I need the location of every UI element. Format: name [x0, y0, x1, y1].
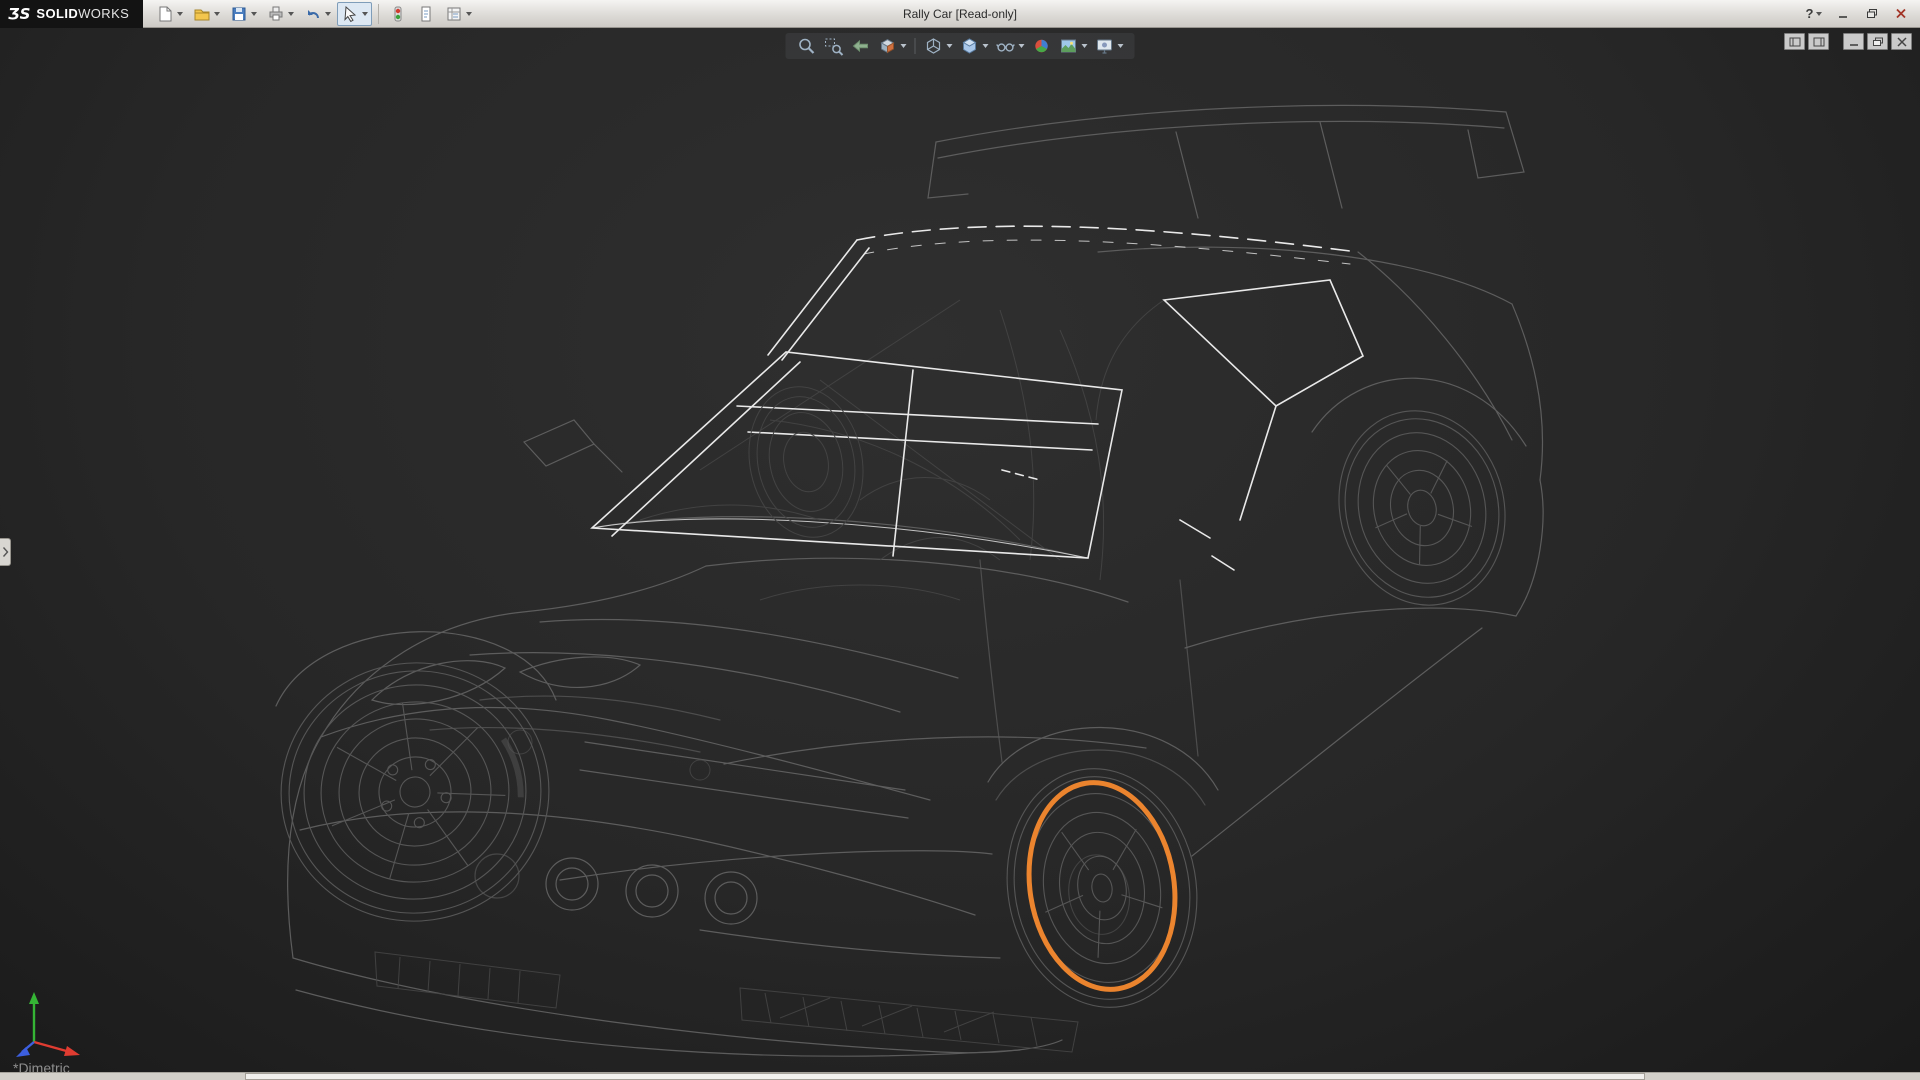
view-settings-button[interactable]: [1093, 35, 1126, 57]
3ds-logo-icon: ƷS: [8, 5, 30, 23]
dropdown-arrow-icon[interactable]: [1019, 44, 1025, 48]
view-orientation-button[interactable]: [922, 35, 955, 57]
close-icon: [1896, 37, 1908, 47]
previous-view-button[interactable]: [849, 35, 873, 57]
options-sheet-icon: [445, 5, 463, 23]
main-toolbar: [151, 2, 477, 26]
dropdown-arrow-icon[interactable]: [251, 12, 257, 16]
solidworks-logo: ƷS SOLIDWORKS: [0, 0, 143, 28]
toolbar-separator: [378, 4, 379, 24]
open-folder-icon: [193, 5, 211, 23]
front-right-wheel[interactable]: [989, 754, 1216, 1023]
front-left-wheel[interactable]: [264, 646, 565, 939]
edit-appearance-ball-icon: [1032, 36, 1052, 56]
file-properties-button[interactable]: [413, 2, 439, 26]
print-icon: [267, 5, 285, 23]
doc-restore-button[interactable]: [1867, 33, 1888, 50]
undo-button[interactable]: [300, 2, 335, 26]
edit-appearance-button[interactable]: [1030, 35, 1054, 57]
pane-icon: [1789, 37, 1801, 47]
print-button[interactable]: [263, 2, 298, 26]
rebuild-stoplight-icon: [389, 5, 407, 23]
dropdown-arrow-icon[interactable]: [466, 12, 472, 16]
restore-button[interactable]: [1859, 4, 1885, 24]
controls-gap: [1832, 33, 1840, 50]
display-style-button[interactable]: [958, 35, 991, 57]
zoom-to-fit-icon: [797, 36, 817, 56]
panel-expand-tab[interactable]: [0, 538, 11, 566]
zoom-to-area-icon: [824, 36, 844, 56]
y-axis: [29, 992, 39, 1042]
file-properties-icon: [417, 5, 435, 23]
select-button[interactable]: [337, 2, 372, 26]
apply-scene-button[interactable]: [1057, 35, 1090, 57]
view-settings-icon: [1095, 36, 1115, 56]
doc-minimize-button[interactable]: [1843, 33, 1864, 50]
zoom-to-area-button[interactable]: [822, 35, 846, 57]
dropdown-arrow-icon: [1816, 12, 1822, 16]
section-view-icon: [878, 36, 898, 56]
dropdown-arrow-icon[interactable]: [983, 44, 989, 48]
restore-icon: [1866, 8, 1878, 19]
open-button[interactable]: [189, 2, 224, 26]
apply-scene-icon: [1059, 36, 1079, 56]
scrollbar-thumb[interactable]: [245, 1073, 1645, 1080]
dropdown-arrow-icon[interactable]: [1118, 44, 1124, 48]
horizontal-scrollbar[interactable]: [0, 1072, 1920, 1080]
dropdown-arrow-icon[interactable]: [1082, 44, 1088, 48]
heads-up-toolbar: [786, 33, 1135, 59]
window-controls: ?: [1801, 4, 1920, 24]
dropdown-arrow-icon[interactable]: [214, 12, 220, 16]
minimize-button[interactable]: [1830, 4, 1856, 24]
rebuild-button[interactable]: [385, 2, 411, 26]
dropdown-arrow-icon[interactable]: [177, 12, 183, 16]
help-button[interactable]: ?: [1801, 4, 1827, 24]
undo-icon: [304, 5, 322, 23]
rear-right-wheel[interactable]: [1319, 393, 1526, 623]
view-orientation-cube-icon: [924, 36, 944, 56]
hide-show-items-button[interactable]: [994, 35, 1027, 57]
car-body-lines: [276, 105, 1543, 1056]
viewport[interactable]: *Dimetric: [0, 28, 1920, 1072]
restore-icon: [1872, 37, 1884, 47]
brand-name: SOLIDWORKS: [36, 6, 129, 21]
z-axis: [16, 1042, 34, 1057]
doc-close-button[interactable]: [1891, 33, 1912, 50]
dropdown-arrow-icon[interactable]: [901, 44, 907, 48]
minimize-icon: [1837, 9, 1849, 19]
toolbar-separator: [915, 38, 916, 54]
dropdown-arrow-icon[interactable]: [325, 12, 331, 16]
selection-highlight: [1015, 772, 1190, 1000]
minimize-icon: [1848, 37, 1860, 47]
pane-right-icon: [1813, 37, 1825, 47]
section-view-button[interactable]: [876, 35, 909, 57]
view-orientation-label: *Dimetric: [13, 1060, 70, 1072]
display-style-icon: [960, 36, 980, 56]
close-button[interactable]: [1888, 4, 1914, 24]
title-bar: ƷS SOLIDWORKS: [0, 0, 1920, 28]
car-bright-lines: [592, 226, 1363, 570]
x-axis: [34, 1042, 80, 1056]
save-icon: [230, 5, 248, 23]
select-arrow-icon: [341, 5, 359, 23]
save-button[interactable]: [226, 2, 261, 26]
dropdown-arrow-icon[interactable]: [288, 12, 294, 16]
zoom-to-fit-button[interactable]: [795, 35, 819, 57]
previous-view-icon: [851, 36, 871, 56]
new-document-icon: [156, 5, 174, 23]
wireframe-model[interactable]: [0, 28, 1920, 1072]
new-document-button[interactable]: [152, 2, 187, 26]
document-window-controls: [1784, 33, 1912, 50]
options-button[interactable]: [441, 2, 476, 26]
orientation-triad: [12, 980, 96, 1064]
show-display-pane-button[interactable]: [1808, 33, 1829, 50]
hide-show-items-glasses-icon: [996, 36, 1016, 56]
dropdown-arrow-icon[interactable]: [362, 12, 368, 16]
dropdown-arrow-icon[interactable]: [947, 44, 953, 48]
chevron-right-icon: [2, 546, 9, 558]
show-feature-pane-button[interactable]: [1784, 33, 1805, 50]
close-icon: [1895, 8, 1907, 19]
